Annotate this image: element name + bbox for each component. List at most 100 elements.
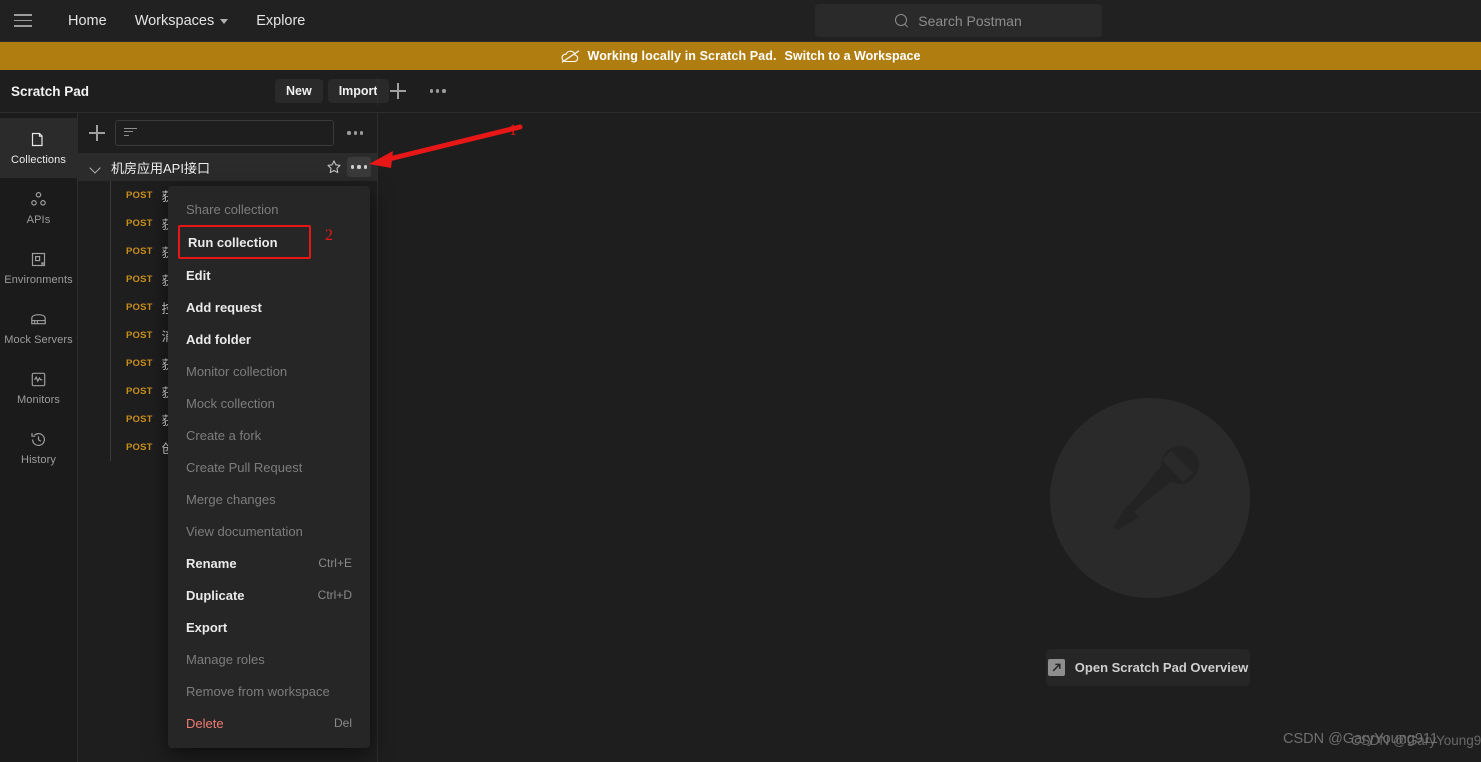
chevron-down-icon[interactable] — [90, 161, 102, 173]
nav-item-home-label: Home — [68, 12, 107, 29]
menu-item-label: Run collection — [188, 234, 278, 250]
menu-item-label: Manage roles — [186, 651, 265, 667]
new-button[interactable]: New — [275, 79, 323, 103]
request-method: POST — [126, 385, 153, 397]
menu-item-export[interactable]: Export — [168, 611, 370, 643]
menu-item-rename[interactable]: Rename Ctrl+E — [168, 547, 370, 579]
chevron-down-icon — [220, 19, 229, 24]
request-method: POST — [126, 245, 153, 257]
watermark-overlay: CSDN @GaryYoung911 — [1351, 733, 1481, 748]
main-content-area: Open Scratch Pad Overview — [378, 113, 1481, 762]
menu-item-merge-changes: Merge changes — [168, 483, 370, 515]
scratch-pad-banner: Working locally in Scratch Pad. Switch t… — [0, 42, 1481, 70]
menu-item-manage-roles: Manage roles — [168, 643, 370, 675]
request-method: POST — [126, 441, 153, 453]
sidebar-item-apis[interactable]: APIs — [0, 178, 78, 238]
annotation-marker-2: 2 — [325, 227, 333, 244]
menu-item-create-pull-request: Create Pull Request — [168, 451, 370, 483]
menu-item-label: Share collection — [186, 201, 279, 217]
menu-item-monitor-collection: Monitor collection — [168, 355, 370, 387]
request-method: POST — [126, 217, 153, 229]
search-placeholder: Search Postman — [918, 12, 1022, 29]
history-icon — [29, 430, 48, 449]
menu-item-share-collection: Share collection — [168, 193, 370, 225]
menu-item-add-folder[interactable]: Add folder — [168, 323, 370, 355]
workspace-title: Scratch Pad — [11, 83, 90, 99]
collections-icon — [29, 130, 48, 149]
menu-item-shortcut: Ctrl+E — [318, 556, 352, 570]
menu-item-label: Merge changes — [186, 491, 276, 507]
collection-more-button[interactable] — [347, 157, 371, 177]
search-icon — [895, 13, 909, 28]
menu-item-remove-from-workspace: Remove from workspace — [168, 675, 370, 707]
sidebar-item-monitors[interactable]: Monitors — [0, 358, 78, 418]
menu-item-delete[interactable]: Delete Del — [168, 707, 370, 739]
postman-app-window: Home Workspaces Explore Search Postman W… — [0, 0, 1481, 762]
request-method: POST — [126, 413, 153, 425]
header-divider — [377, 78, 378, 105]
sidebar-item-environments-label: Environments — [4, 274, 73, 286]
environments-icon — [29, 250, 48, 269]
menu-item-add-request[interactable]: Add request — [168, 291, 370, 323]
external-link-icon — [1047, 659, 1065, 676]
workspace-header: Scratch Pad New Import — [0, 70, 1481, 113]
filter-icon — [124, 127, 137, 139]
annotation-marker-1: 1 — [509, 122, 517, 139]
switch-workspace-link[interactable]: Switch to a Workspace — [785, 49, 921, 63]
sidebar-item-mock-servers-label: Mock Servers — [4, 334, 73, 346]
sidebar-item-collections[interactable]: Collections — [0, 118, 78, 178]
request-method: POST — [126, 189, 153, 201]
menu-item-label: Add request — [186, 299, 262, 315]
menu-item-label: Remove from workspace — [186, 683, 330, 699]
import-button[interactable]: Import — [327, 79, 389, 103]
menu-item-label: Rename — [186, 555, 237, 571]
menu-item-label: Duplicate — [186, 587, 245, 603]
sidebar-item-history[interactable]: History — [0, 418, 78, 478]
header-more-icon[interactable] — [426, 85, 450, 96]
sidebar-item-history-label: History — [21, 454, 56, 466]
sidebar-item-monitors-label: Monitors — [17, 394, 60, 406]
sidebar-toolbar — [78, 113, 377, 153]
nav-item-home[interactable]: Home — [56, 7, 119, 35]
workspace-actions: New Import — [275, 79, 389, 103]
star-icon[interactable] — [326, 159, 342, 175]
top-navigation-bar: Home Workspaces Explore Search Postman — [0, 0, 1481, 42]
sidebar-item-collections-label: Collections — [11, 154, 66, 166]
filter-input[interactable] — [115, 120, 335, 146]
menu-item-shortcut: Del — [333, 716, 352, 730]
monitors-icon — [29, 370, 48, 389]
menu-item-shortcut: Ctrl+D — [317, 588, 352, 602]
collection-row[interactable]: 机房应用API接口 — [78, 153, 377, 181]
nav-item-explore-label: Explore — [256, 12, 306, 29]
open-scratch-pad-overview-button[interactable]: Open Scratch Pad Overview — [1046, 649, 1250, 686]
menu-item-edit[interactable]: Edit — [168, 259, 370, 291]
menu-item-view-documentation: View documentation — [168, 515, 370, 547]
hamburger-menu-icon[interactable] — [14, 10, 36, 32]
menu-item-duplicate[interactable]: Duplicate Ctrl+D — [168, 579, 370, 611]
mock-servers-icon — [29, 310, 48, 329]
menu-item-label: Edit — [186, 267, 211, 283]
request-method: POST — [126, 329, 153, 341]
new-tab-plus-icon[interactable] — [388, 81, 408, 101]
nav-item-explore[interactable]: Explore — [244, 7, 317, 35]
request-method: POST — [126, 301, 153, 313]
collection-name: 机房应用API接口 — [111, 160, 210, 176]
menu-item-label: Delete — [186, 715, 224, 731]
top-nav-links: Home Workspaces Explore — [56, 7, 317, 35]
menu-item-run-collection[interactable]: Run collection — [178, 225, 311, 259]
sidebar-more-icon[interactable] — [343, 127, 367, 138]
sidebar-item-environments[interactable]: Environments — [0, 238, 78, 298]
menu-item-label: View documentation — [186, 523, 303, 539]
sidebar-item-mock-servers[interactable]: Mock Servers — [0, 298, 78, 358]
request-method: POST — [126, 273, 153, 285]
nav-item-workspaces[interactable]: Workspaces — [123, 7, 241, 35]
menu-item-label: Export — [186, 619, 228, 635]
banner-message: Working locally in Scratch Pad. — [587, 49, 777, 63]
add-new-icon[interactable] — [88, 124, 106, 142]
menu-item-label: Create Pull Request — [186, 459, 303, 475]
menu-item-label: Add folder — [186, 331, 251, 347]
menu-item-label: Monitor collection — [186, 363, 288, 379]
menu-item-label: Mock collection — [186, 395, 275, 411]
apis-icon — [29, 190, 48, 209]
search-input[interactable]: Search Postman — [815, 4, 1102, 37]
